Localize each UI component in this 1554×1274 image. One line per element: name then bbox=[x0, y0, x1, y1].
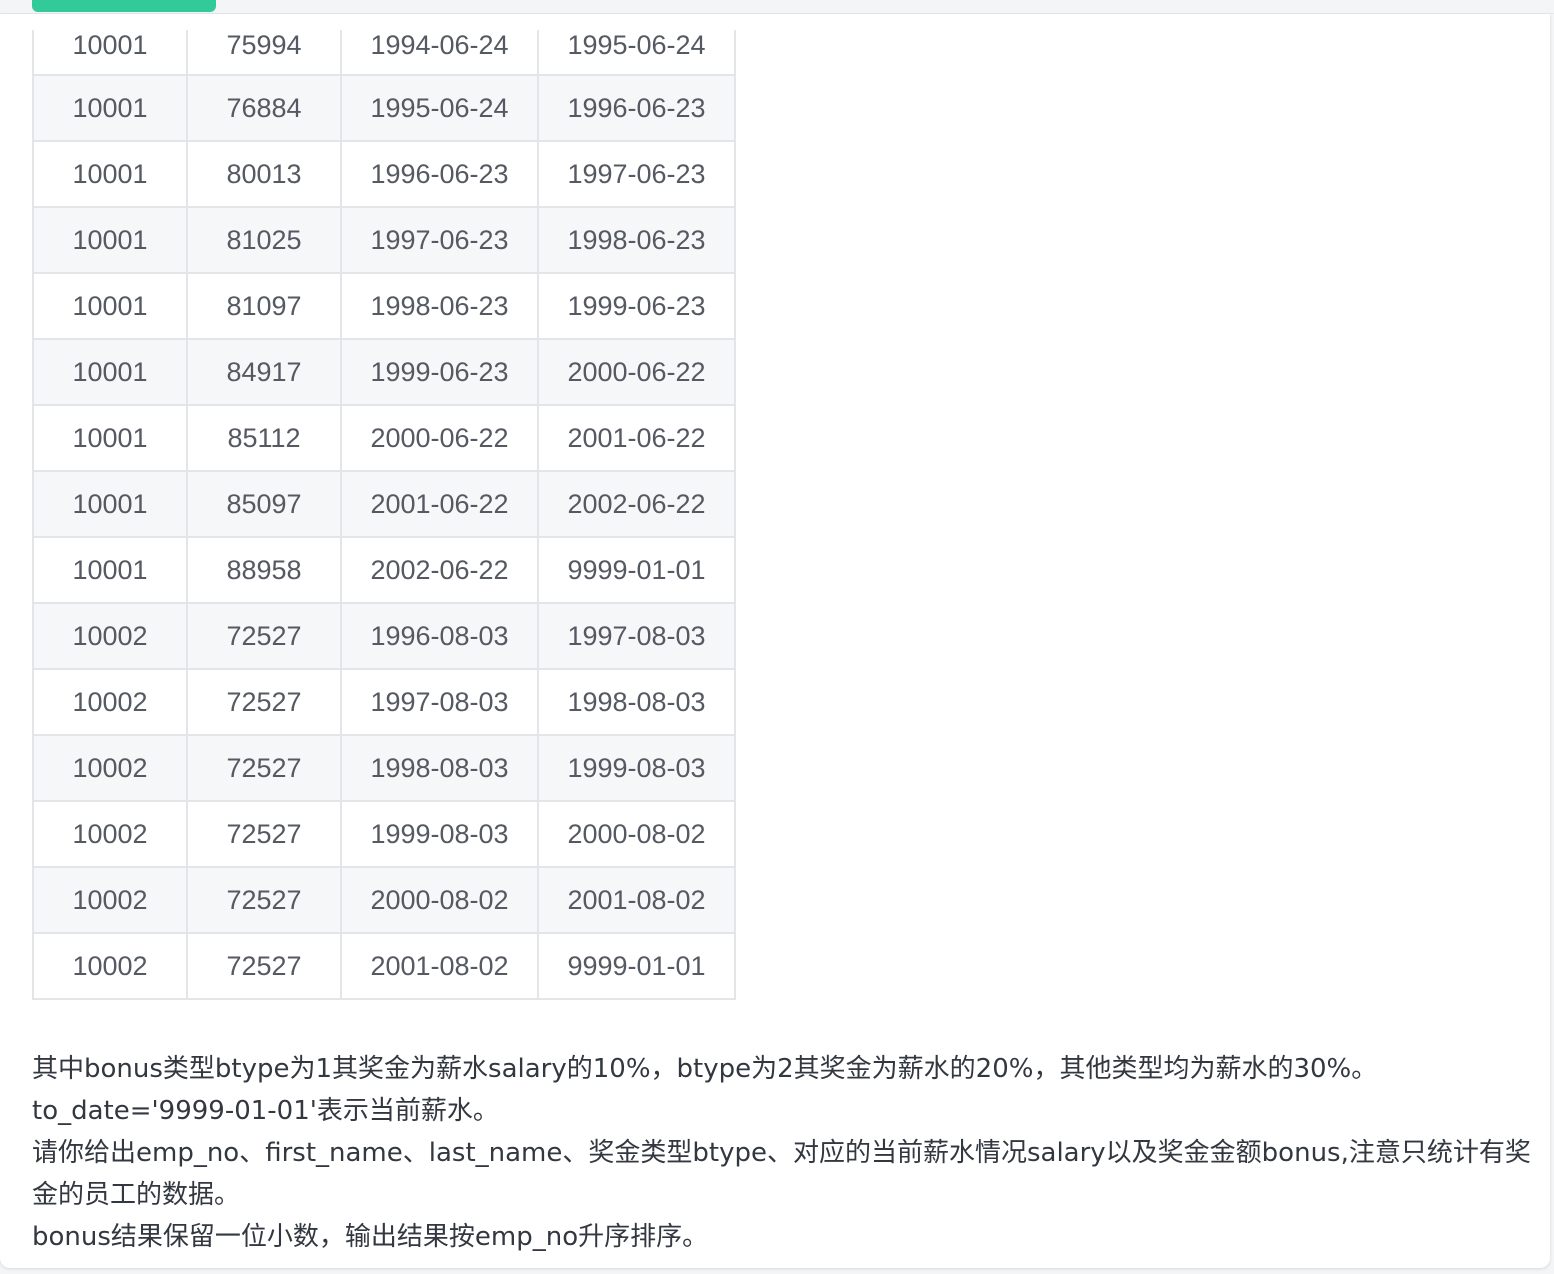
salary-cell: 88958 bbox=[186, 536, 342, 604]
to-date-cell: 1999-08-03 bbox=[537, 734, 736, 802]
salaries-table-body: 10001 75994 1994-06-24 1995-06-24 10001 76884… bbox=[32, 30, 736, 1000]
salaries-table: 10001 75994 1994-06-24 1995-06-24 10001 76884… bbox=[32, 30, 736, 1000]
description-line-bonus-rules: 其中bonus类型btype为1其奖金为薪水salary的10%，btype为2… bbox=[32, 1054, 1378, 1084]
description-line-requirement: 请你给出emp_no、first_name、last_name、奖金类型btyp… bbox=[32, 1138, 1531, 1210]
salary-cell: 85112 bbox=[186, 404, 342, 472]
to-date-cell: 2000-08-02 bbox=[537, 800, 736, 868]
table-row: 10002 72527 2001-08-02 9999-01-01 bbox=[32, 932, 736, 1000]
salary-cell: 84917 bbox=[186, 338, 342, 406]
to-date-cell: 1995-06-24 bbox=[537, 30, 736, 76]
to-date-cell: 9999-01-01 bbox=[537, 932, 736, 1000]
from-date-cell: 1999-06-23 bbox=[340, 338, 539, 406]
salary-cell: 75994 bbox=[186, 30, 342, 76]
to-date-cell: 1997-08-03 bbox=[537, 602, 736, 670]
to-date-cell: 1998-06-23 bbox=[537, 206, 736, 274]
to-date-cell: 1998-08-03 bbox=[537, 668, 736, 736]
from-date-cell: 1995-06-24 bbox=[340, 74, 539, 142]
table-row: 10001 81097 1998-06-23 1999-06-23 bbox=[32, 272, 736, 340]
from-date-cell: 1998-08-03 bbox=[340, 734, 539, 802]
table-row: 10002 72527 1999-08-03 2000-08-02 bbox=[32, 800, 736, 868]
to-date-cell: 2001-06-22 bbox=[537, 404, 736, 472]
emp-no-cell: 10001 bbox=[32, 206, 188, 274]
salary-cell: 72527 bbox=[186, 734, 342, 802]
table-row: 10001 76884 1995-06-24 1996-06-23 bbox=[32, 74, 736, 142]
salary-cell: 72527 bbox=[186, 932, 342, 1000]
table-row: 10001 80013 1996-06-23 1997-06-23 bbox=[32, 140, 736, 208]
to-date-cell: 2000-06-22 bbox=[537, 338, 736, 406]
emp-no-cell: 10002 bbox=[32, 866, 188, 934]
from-date-cell: 1998-06-23 bbox=[340, 272, 539, 340]
emp-no-cell: 10001 bbox=[32, 470, 188, 538]
emp-no-cell: 10001 bbox=[32, 74, 188, 142]
salary-cell: 76884 bbox=[186, 74, 342, 142]
emp-no-cell: 10002 bbox=[32, 668, 188, 736]
to-date-cell: 9999-01-01 bbox=[537, 536, 736, 604]
emp-no-cell: 10002 bbox=[32, 800, 188, 868]
table-row: 10002 72527 1996-08-03 1997-08-03 bbox=[32, 602, 736, 670]
from-date-cell: 2000-06-22 bbox=[340, 404, 539, 472]
from-date-cell: 1996-08-03 bbox=[340, 602, 539, 670]
from-date-cell: 1997-08-03 bbox=[340, 668, 539, 736]
salary-cell: 72527 bbox=[186, 668, 342, 736]
table-row: 10001 85112 2000-06-22 2001-06-22 bbox=[32, 404, 736, 472]
problem-description: 其中bonus类型btype为1其奖金为薪水salary的10%，btype为2… bbox=[32, 1048, 1532, 1258]
to-date-cell: 1999-06-23 bbox=[537, 272, 736, 340]
from-date-cell: 2001-08-02 bbox=[340, 932, 539, 1000]
salary-cell: 72527 bbox=[186, 866, 342, 934]
salary-cell: 72527 bbox=[186, 602, 342, 670]
emp-no-cell: 10002 bbox=[32, 602, 188, 670]
emp-no-cell: 10001 bbox=[32, 140, 188, 208]
from-date-cell: 1997-06-23 bbox=[340, 206, 539, 274]
to-date-cell: 1997-06-23 bbox=[537, 140, 736, 208]
from-date-cell: 1996-06-23 bbox=[340, 140, 539, 208]
table-row: 10001 75994 1994-06-24 1995-06-24 bbox=[32, 30, 736, 76]
description-line-current-salary: to_date='9999-01-01'表示当前薪水。 bbox=[32, 1096, 499, 1126]
emp-no-cell: 10001 bbox=[32, 536, 188, 604]
table-row: 10002 72527 2000-08-02 2001-08-02 bbox=[32, 866, 736, 934]
to-date-cell: 1996-06-23 bbox=[537, 74, 736, 142]
from-date-cell: 2000-08-02 bbox=[340, 866, 539, 934]
top-strip bbox=[0, 0, 1554, 14]
emp-no-cell: 10001 bbox=[32, 30, 188, 76]
problem-content-panel: 10001 75994 1994-06-24 1995-06-24 10001 76884… bbox=[0, 14, 1550, 1268]
table-row: 10001 81025 1997-06-23 1998-06-23 bbox=[32, 206, 736, 274]
emp-no-cell: 10001 bbox=[32, 272, 188, 340]
emp-no-cell: 10001 bbox=[32, 404, 188, 472]
description-line-output-rules: bonus结果保留一位小数，输出结果按emp_no升序排序。 bbox=[32, 1222, 709, 1252]
table-row: 10001 84917 1999-06-23 2000-06-22 bbox=[32, 338, 736, 406]
table-row: 10001 85097 2001-06-22 2002-06-22 bbox=[32, 470, 736, 538]
from-date-cell: 1994-06-24 bbox=[340, 30, 539, 76]
salary-cell: 85097 bbox=[186, 470, 342, 538]
salary-cell: 81097 bbox=[186, 272, 342, 340]
salary-cell: 80013 bbox=[186, 140, 342, 208]
to-date-cell: 2001-08-02 bbox=[537, 866, 736, 934]
active-tab-indicator[interactable] bbox=[32, 0, 216, 12]
salary-cell: 72527 bbox=[186, 800, 342, 868]
emp-no-cell: 10002 bbox=[32, 734, 188, 802]
table-row: 10002 72527 1998-08-03 1999-08-03 bbox=[32, 734, 736, 802]
from-date-cell: 2002-06-22 bbox=[340, 536, 539, 604]
salary-cell: 81025 bbox=[186, 206, 342, 274]
salaries-table-wrapper: 10001 75994 1994-06-24 1995-06-24 10001 76884… bbox=[32, 30, 736, 1000]
table-row: 10001 88958 2002-06-22 9999-01-01 bbox=[32, 536, 736, 604]
emp-no-cell: 10001 bbox=[32, 338, 188, 406]
from-date-cell: 2001-06-22 bbox=[340, 470, 539, 538]
table-row: 10002 72527 1997-08-03 1998-08-03 bbox=[32, 668, 736, 736]
from-date-cell: 1999-08-03 bbox=[340, 800, 539, 868]
to-date-cell: 2002-06-22 bbox=[537, 470, 736, 538]
emp-no-cell: 10002 bbox=[32, 932, 188, 1000]
